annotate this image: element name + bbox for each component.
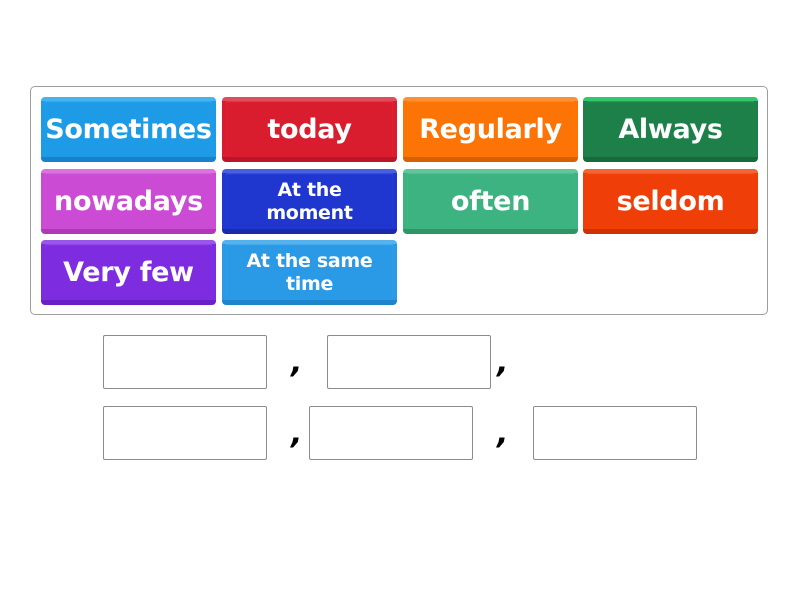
- comma-separator: ,: [497, 345, 509, 380]
- answer-slot-1[interactable]: [103, 335, 267, 389]
- tile-label: Always: [618, 114, 723, 145]
- comma-separator: ,: [291, 345, 303, 380]
- tile-label: Sometimes: [45, 114, 212, 145]
- word-tile[interactable]: today: [222, 97, 397, 162]
- tile-label: At the same time: [246, 249, 373, 295]
- answer-slot-3[interactable]: [103, 406, 267, 460]
- word-tile[interactable]: Always: [583, 97, 758, 162]
- word-tile[interactable]: often: [403, 169, 578, 234]
- answer-slot-5[interactable]: [533, 406, 697, 460]
- tile-label: Very few: [63, 257, 194, 288]
- comma-separator: ,: [497, 416, 509, 451]
- word-tile[interactable]: Sometimes: [41, 97, 216, 162]
- answer-slot-4[interactable]: [309, 406, 473, 460]
- tile-label: seldom: [616, 186, 725, 217]
- word-tile[interactable]: Regularly: [403, 97, 578, 162]
- word-tile[interactable]: nowadays: [41, 169, 216, 234]
- tile-label: often: [450, 186, 531, 217]
- word-tile[interactable]: At the moment: [222, 169, 397, 234]
- tile-label: nowadays: [54, 186, 203, 217]
- tile-label: today: [267, 114, 352, 145]
- word-tile[interactable]: Very few: [41, 240, 216, 305]
- word-tile[interactable]: seldom: [583, 169, 758, 234]
- tile-label: Regularly: [419, 114, 562, 145]
- answer-slot-2[interactable]: [327, 335, 491, 389]
- comma-separator: ,: [291, 416, 303, 451]
- word-tile[interactable]: At the same time: [222, 240, 397, 305]
- tile-label: At the moment: [266, 178, 353, 224]
